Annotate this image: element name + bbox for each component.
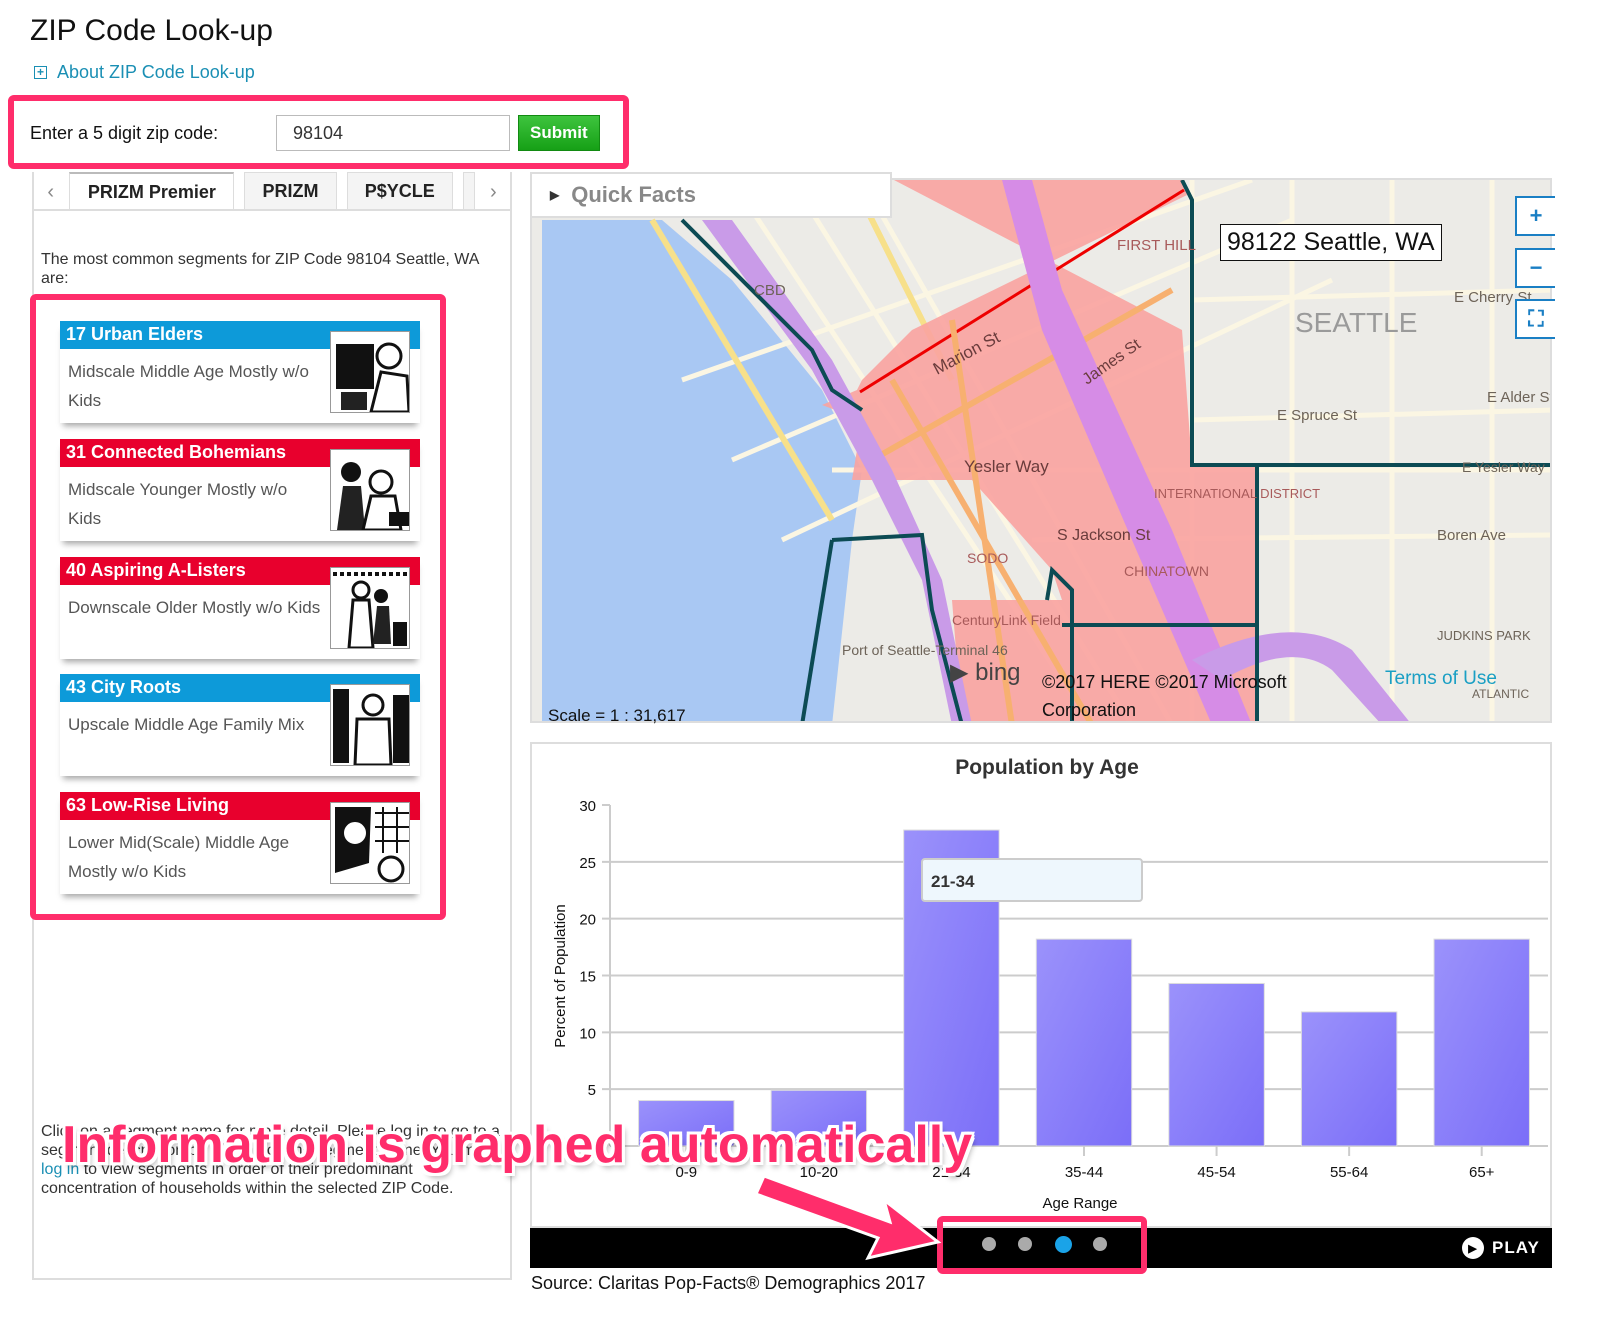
y-tick-label: 15 (579, 969, 596, 986)
bar-55-64[interactable] (1300, 1011, 1398, 1147)
y-tick-label: 5 (588, 1082, 596, 1099)
zip-input[interactable] (276, 115, 510, 151)
map-hover-label: 98122 Seattle, WA (1220, 224, 1442, 261)
tab-psycle[interactable]: P$YCLE (346, 172, 453, 210)
segment-illustration (330, 331, 410, 413)
tab-divider (32, 209, 512, 211)
caret-right-icon: ▶ (550, 188, 560, 202)
bar-65+[interactable] (1433, 938, 1530, 1147)
segment-illustration (330, 802, 410, 884)
annotation-text: Information is graphed automatically (62, 1116, 973, 1174)
y-tick-label: 10 (579, 1025, 596, 1042)
chart-title: Population by Age (955, 756, 1139, 779)
zip-form: Enter a 5 digit zip code: Submit (30, 115, 600, 151)
segment-description: Midscale Younger Mostly w/o Kids (68, 480, 288, 528)
zoom-out-icon[interactable]: − (1515, 248, 1555, 288)
map-label: Port of Seattle-Terminal 46 (842, 642, 1008, 658)
segment-card[interactable]: 17 Urban Elders Midscale Middle Age Most… (60, 321, 420, 423)
x-tick-label: 65+ (1469, 1164, 1495, 1181)
bar-45-54[interactable] (1168, 982, 1265, 1147)
map-label: CenturyLink Field (952, 612, 1061, 628)
page-title: ZIP Code Look-up (30, 14, 273, 47)
map-label-city: SEATTLE (1295, 307, 1417, 338)
map-label: E Alder St (1487, 389, 1552, 406)
tab-bar: ‹ PRIZM Premier PRIZM P$YCLE › (32, 172, 512, 210)
zoom-in-icon[interactable]: + (1515, 196, 1555, 236)
tab-prev-icon[interactable]: ‹ (32, 174, 69, 210)
play-icon: ▶ (1462, 1237, 1484, 1259)
map-label: CBD (754, 282, 786, 299)
map-label: FIRST HILL (1117, 237, 1196, 254)
map-label: Yesler Way (964, 457, 1049, 476)
tab-prizm[interactable]: PRIZM (244, 172, 337, 210)
map-label: JUDKINS PARK (1437, 628, 1531, 643)
tab-more[interactable] (462, 172, 475, 210)
segments-intro: The most common segments for ZIP Code 98… (41, 251, 479, 287)
segment-illustration (330, 449, 410, 531)
tab-prizm-premier[interactable]: PRIZM Premier (69, 172, 235, 210)
segment-illustration (330, 684, 410, 766)
about-link[interactable]: + About ZIP Code Look-up (34, 62, 255, 83)
segment-description: Midscale Middle Age Mostly w/o Kids (68, 362, 309, 410)
map-label: CHINATOWN (1124, 563, 1209, 579)
segment-description: Downscale Older Mostly w/o Kids (68, 598, 321, 617)
zip-label: Enter a 5 digit zip code: (30, 122, 219, 143)
map-scale: Scale = 1 : 31,617 (548, 706, 686, 725)
segment-card[interactable]: 40 Aspiring A-Listers Downscale Older Mo… (60, 557, 420, 659)
chart-source: Source: Claritas Pop-Facts® Demographics… (531, 1273, 926, 1293)
bing-icon: ▶ (950, 659, 969, 686)
map-canvas[interactable]: CBD FIRST HILL Yesler Way INTERNATIONAL … (532, 180, 1552, 723)
y-tick-label: 25 (579, 855, 596, 872)
map-label: E Spruce St (1277, 407, 1358, 424)
submit-button[interactable]: Submit (518, 115, 600, 151)
map-label: Boren Ave (1437, 527, 1506, 544)
segment-card[interactable]: 31 Connected Bohemians Midscale Younger … (60, 439, 420, 541)
play-button[interactable]: ▶ PLAY (1462, 1237, 1540, 1259)
map-copyright: ©2017 HERE ©2017 Microsoft Corporation (1042, 672, 1287, 720)
y-axis-label: Percent of Population (552, 904, 569, 1047)
expand-icon: + (34, 66, 47, 79)
segment-card[interactable]: 43 City Roots Upscale Middle Age Family … (60, 674, 420, 776)
map-label: E Yesler Way (1462, 459, 1545, 475)
highlight-box-dots (937, 1216, 1147, 1274)
bar-35-44[interactable] (1035, 938, 1133, 1147)
segment-description: Lower Mid(Scale) Middle Age Mostly w/o K… (68, 833, 290, 881)
y-tick-label: 30 (579, 798, 596, 815)
x-tick-label: 55-64 (1330, 1164, 1368, 1181)
segment-description: Upscale Middle Age Family Mix (68, 715, 305, 734)
segment-illustration (330, 567, 410, 649)
chart-tooltip: 21-34 (921, 858, 1143, 902)
x-tick-label: 45-54 (1197, 1164, 1235, 1181)
x-tick-label: 35-44 (1065, 1164, 1103, 1181)
map-label: S Jackson St (1057, 527, 1151, 544)
fit-view-icon[interactable]: ⛶ (1515, 299, 1555, 339)
quick-facts-label: Quick Facts (571, 182, 696, 207)
terms-of-use-link[interactable]: Terms of Use (1385, 668, 1497, 690)
x-axis-label: Age Range (1042, 1195, 1117, 1212)
about-link-label: About ZIP Code Look-up (57, 62, 255, 82)
map-label: SODO (967, 550, 1008, 566)
segment-card[interactable]: 63 Low-Rise Living Lower Mid(Scale) Midd… (60, 792, 420, 894)
quick-facts-toggle[interactable]: ▶ Quick Facts (530, 172, 892, 218)
map-label: INTERNATIONAL DISTRICT (1154, 486, 1320, 501)
y-tick-label: 20 (579, 912, 596, 929)
bing-logo: ▶ bing (950, 659, 1021, 686)
tab-next-icon[interactable]: › (475, 174, 512, 210)
annotation-arrow-icon (753, 1174, 942, 1261)
